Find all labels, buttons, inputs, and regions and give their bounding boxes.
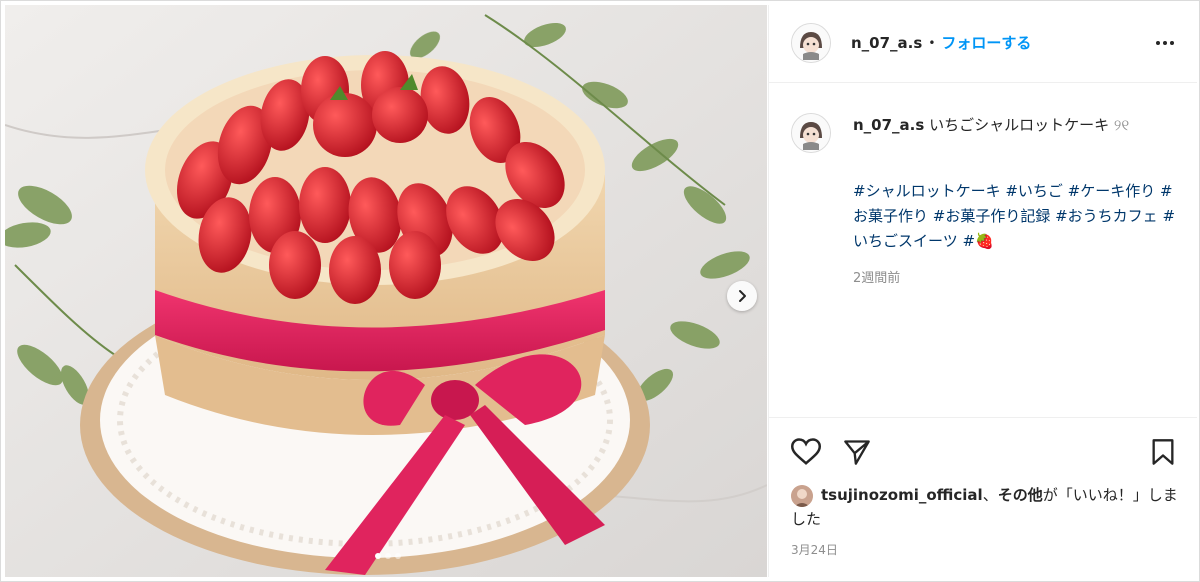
carousel-next-button[interactable] xyxy=(727,281,757,311)
likes-others-link[interactable]: その他 xyxy=(998,486,1043,504)
save-button[interactable] xyxy=(1151,438,1175,470)
bookmark-icon xyxy=(1152,439,1174,465)
liker-username[interactable]: tsujinozomi_official xyxy=(821,486,983,504)
avatar-image xyxy=(792,24,830,62)
more-options-button[interactable] xyxy=(1155,31,1175,50)
send-icon xyxy=(844,440,870,465)
heart-icon xyxy=(790,438,822,465)
action-bar xyxy=(769,417,1197,478)
hashtags[interactable]: #シャルロットケーキ #いちご #ケーキ作り #お菓子作り #お菓子作り記録 #… xyxy=(853,179,1183,254)
carousel-dot xyxy=(395,553,401,559)
liker-avatar-image xyxy=(791,484,813,507)
caption-emoji: ୨୧ xyxy=(1113,116,1130,134)
avatar[interactable] xyxy=(791,23,831,63)
time-ago: 2週間前 xyxy=(853,271,901,286)
post-date[interactable]: 3月24日 xyxy=(791,541,838,558)
more-dots-icon xyxy=(1156,41,1174,45)
post-header: n_07_a.s • フォローする xyxy=(769,5,1197,83)
caption-avatar[interactable] xyxy=(791,113,831,153)
carousel-dots xyxy=(375,553,401,559)
avatar-image xyxy=(792,114,830,152)
carousel-dot xyxy=(375,553,381,559)
likes-summary: tsujinozomi_official、その他が「いいね！」しました xyxy=(791,483,1181,531)
carousel-dot xyxy=(385,553,391,559)
caption-text: いちごシャルロットケーキ xyxy=(929,116,1110,134)
instagram-post-embed: n_07_a.s • フォローする n_07_a.s いちごシャルロットケーキ … xyxy=(0,0,1200,582)
cake-photo-image xyxy=(5,5,767,577)
like-button[interactable] xyxy=(790,438,822,470)
follow-button[interactable]: フォローする xyxy=(941,32,1031,53)
share-button[interactable] xyxy=(843,438,871,470)
caption-username[interactable]: n_07_a.s xyxy=(853,116,924,134)
chevron-right-icon xyxy=(739,290,746,302)
separator-dot: • xyxy=(928,35,936,50)
liker-avatar[interactable] xyxy=(791,484,813,507)
post-caption: n_07_a.s いちごシャルロットケーキ ୨୧ xyxy=(853,113,1173,138)
likes-joiner: 、 xyxy=(982,486,998,504)
username[interactable]: n_07_a.s xyxy=(851,34,922,52)
post-side-panel: n_07_a.s • フォローする n_07_a.s いちごシャルロットケーキ … xyxy=(768,5,1197,577)
post-photo[interactable] xyxy=(5,5,767,577)
